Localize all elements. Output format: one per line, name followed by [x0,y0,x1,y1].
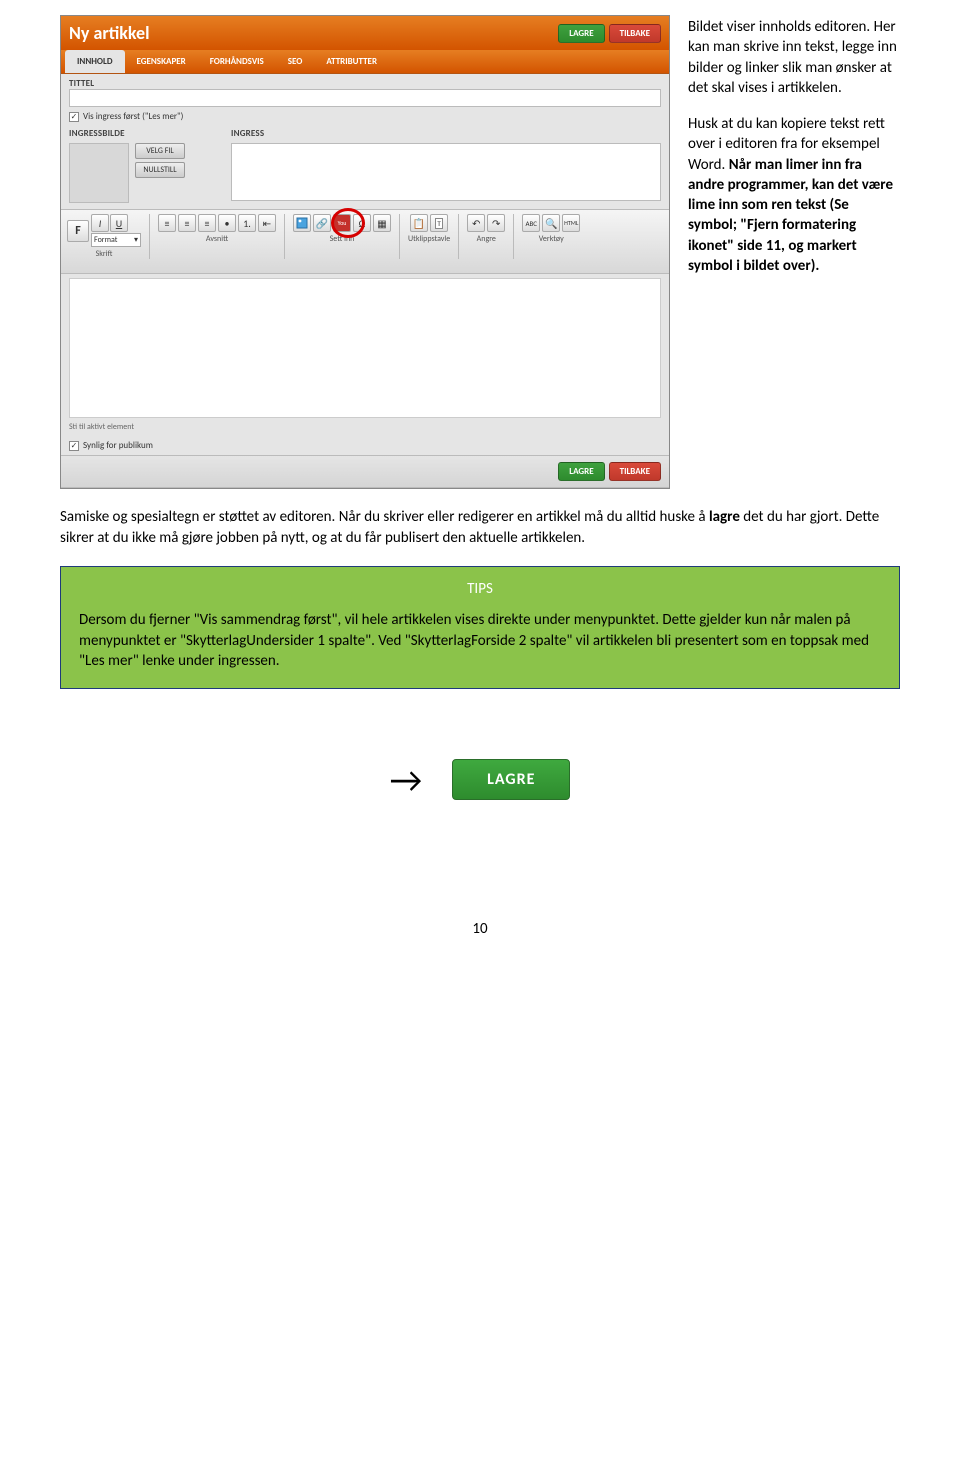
tab-egenskaper[interactable]: EGENSKAPER [125,50,198,73]
label-tittel: TITTEL [69,78,661,89]
link-icon[interactable]: 🔗 [313,214,331,232]
underline-icon[interactable]: U [110,214,128,232]
editor-title: Ny artikkel [69,22,150,44]
page-number: 10 [60,920,900,938]
list-ul-icon[interactable]: • [218,214,236,232]
editor-screenshot: Ny artikkel LAGRE TILBAKE INNHOLD EGENSK… [60,15,670,489]
list-ol-icon[interactable]: 1. [238,214,256,232]
image-icon[interactable] [293,214,311,232]
redo-icon[interactable]: ↷ [487,214,505,232]
caption-angre: Angre [477,234,496,244]
side-p1: Bildet viser innholds editoren. Her kan … [688,17,900,98]
title-input[interactable] [69,89,661,107]
label-ingressbilde: INGRESSBILDE [69,128,219,139]
body-paragraph: Samiske og spesialtegn er støttet av edi… [60,507,900,548]
label-aktivt-element: Sti til aktivt element [61,422,669,436]
ingress-textarea[interactable] [231,143,661,201]
nullstill-button[interactable]: NULLSTILL [135,162,185,178]
editor-toolbar: F I U Format▾ Skrift ≡ [61,209,669,274]
paste-plain-icon[interactable]: T [430,214,448,232]
table-icon[interactable]: ▦ [373,214,391,232]
footer-save-button[interactable]: LAGRE [558,462,604,481]
spellcheck-icon[interactable]: ABC [522,214,540,232]
header-save-button[interactable]: LAGRE [558,24,604,43]
outdent-icon[interactable]: ⇤ [258,214,276,232]
checkbox-vis-ingress[interactable]: ✓ [69,112,79,122]
side-explanation: Bildet viser innholds editoren. Her kan … [688,15,900,292]
editor-header: Ny artikkel LAGRE TILBAKE [61,16,669,50]
tab-seo[interactable]: SEO [276,50,315,73]
label-ingress: INGRESS [231,128,661,139]
tips-text: Dersom du fjerner "Vis sammendrag først"… [79,610,881,672]
find-icon[interactable]: 🔍 [542,214,560,232]
content-editor-area[interactable] [69,278,661,418]
caption-utklipp: Utklippstavle [408,234,450,244]
big-save-button[interactable]: LAGRE [452,759,570,800]
ribbon-group-avsnitt: ≡ ≡ ≡ • 1. ⇤ Avsnitt [158,214,276,259]
caption-avsnitt: Avsnitt [206,234,228,244]
tips-box: TIPS Dersom du fjerner "Vis sammendrag f… [60,566,900,689]
arrow-right-icon: → [390,762,423,798]
ribbon-group-verktoy: ABC 🔍 HTML Verktøy [522,214,580,259]
caption-verktoy: Verktøy [539,234,564,244]
label-vis-ingress: Vis ingress først ("Les mer") [83,111,183,122]
format-select[interactable]: Format▾ [91,233,141,247]
red-circle-annotation [331,208,365,238]
footer-back-button[interactable]: TILBAKE [609,462,661,481]
tips-title: TIPS [79,579,881,600]
ribbon-group-skrift: F I U Format▾ Skrift [67,214,141,259]
caption-skrift: Skrift [96,249,113,259]
ribbon-group-angre: ↶ ↷ Angre [467,214,505,259]
velg-fil-button[interactable]: VELG FIL [135,143,185,159]
label-synlig: Synlig for publikum [83,440,153,451]
paste-icon[interactable]: 📋 [410,214,428,232]
tab-innhold[interactable]: INNHOLD [65,50,125,73]
align-center-icon[interactable]: ≡ [178,214,196,232]
bold-icon[interactable]: F [67,220,89,242]
undo-icon[interactable]: ↶ [467,214,485,232]
tab-attributter[interactable]: ATTRIBUTTER [314,50,389,73]
ribbon-group-utklipp: 📋 T Utklippstavle [408,214,450,259]
editor-tabs: INNHOLD EGENSKAPER FORHÅNDSVIS SEO ATTRI… [61,50,669,74]
checkbox-synlig[interactable]: ✓ [69,441,79,451]
align-left-icon[interactable]: ≡ [158,214,176,232]
align-right-icon[interactable]: ≡ [198,214,216,232]
side-p2: Husk at du kan kopiere tekst rett over i… [688,114,900,276]
html-icon[interactable]: HTML [562,214,580,232]
italic-icon[interactable]: I [91,214,109,232]
header-back-button[interactable]: TILBAKE [609,24,661,43]
tab-forhandsvis[interactable]: FORHÅNDSVIS [198,50,276,73]
ingress-image-box[interactable] [69,143,129,203]
